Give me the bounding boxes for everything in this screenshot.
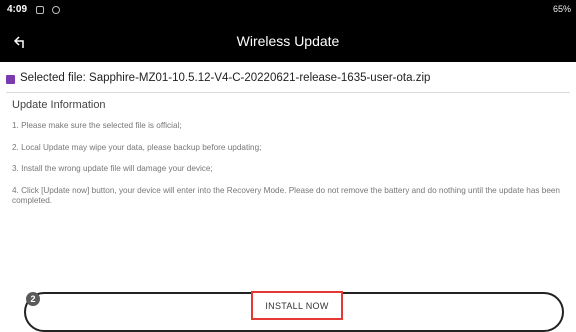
title-bar: Wireless Update	[0, 22, 576, 62]
update-info-header: Update Information	[12, 99, 106, 111]
update-step-2: 2. Local Update may wipe your data, plea…	[12, 143, 262, 152]
selected-file-row: Selected file: Sapphire-MZ01-10.5.12-V4-…	[6, 72, 570, 88]
file-icon	[6, 75, 15, 84]
notification-icon	[36, 6, 44, 14]
install-now-button[interactable]: INSTALL NOW	[251, 291, 343, 320]
step-badge: 2	[26, 292, 40, 306]
page-title: Wireless Update	[236, 33, 340, 49]
update-step-4: 4. Click [Update now] button, your devic…	[12, 186, 560, 205]
selected-file-label: Selected file: Sapphire-MZ01-10.5.12-V4-…	[20, 72, 431, 84]
divider	[6, 92, 570, 93]
update-step-3: 3. Install the wrong update file will da…	[12, 164, 213, 173]
status-time: 4:09	[7, 4, 28, 15]
update-step-1: 1. Please make sure the selected file is…	[12, 121, 182, 130]
battery-level: 65%	[552, 4, 571, 14]
status-bar: 4:09 65%	[0, 0, 576, 22]
sync-icon	[52, 6, 60, 14]
